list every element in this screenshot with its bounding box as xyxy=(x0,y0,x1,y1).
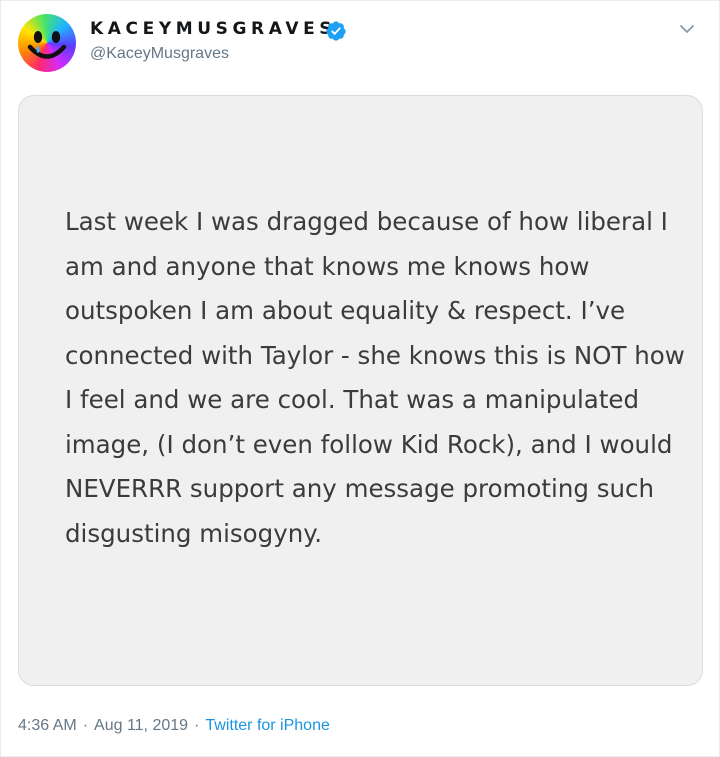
tweet-header: KACEYMUSGRAVES @KaceyMusgraves xyxy=(18,14,708,72)
user-handle[interactable]: @KaceyMusgraves xyxy=(90,45,229,63)
tweet-card: KACEYMUSGRAVES @KaceyMusgraves Last week… xyxy=(0,0,720,757)
verified-badge-icon xyxy=(326,21,346,41)
tweet-metadata: 4:36 AM · Aug 11, 2019 · Twitter for iPhone xyxy=(18,717,330,735)
display-name[interactable]: KACEYMUSGRAVES xyxy=(90,19,336,39)
tweet-date[interactable]: Aug 11, 2019 xyxy=(94,717,188,734)
separator: · xyxy=(82,717,89,734)
tweet-time[interactable]: 4:36 AM xyxy=(18,717,77,734)
tweet-image-text: Last week I was dragged because of how l… xyxy=(65,207,685,548)
chevron-down-icon[interactable] xyxy=(678,20,696,38)
avatar[interactable] xyxy=(18,14,76,72)
tweet-source-link[interactable]: Twitter for iPhone xyxy=(205,717,330,734)
separator: · xyxy=(194,717,200,734)
tweet-image[interactable]: Last week I was dragged because of how l… xyxy=(18,95,703,686)
smiley-face-icon xyxy=(27,31,67,59)
